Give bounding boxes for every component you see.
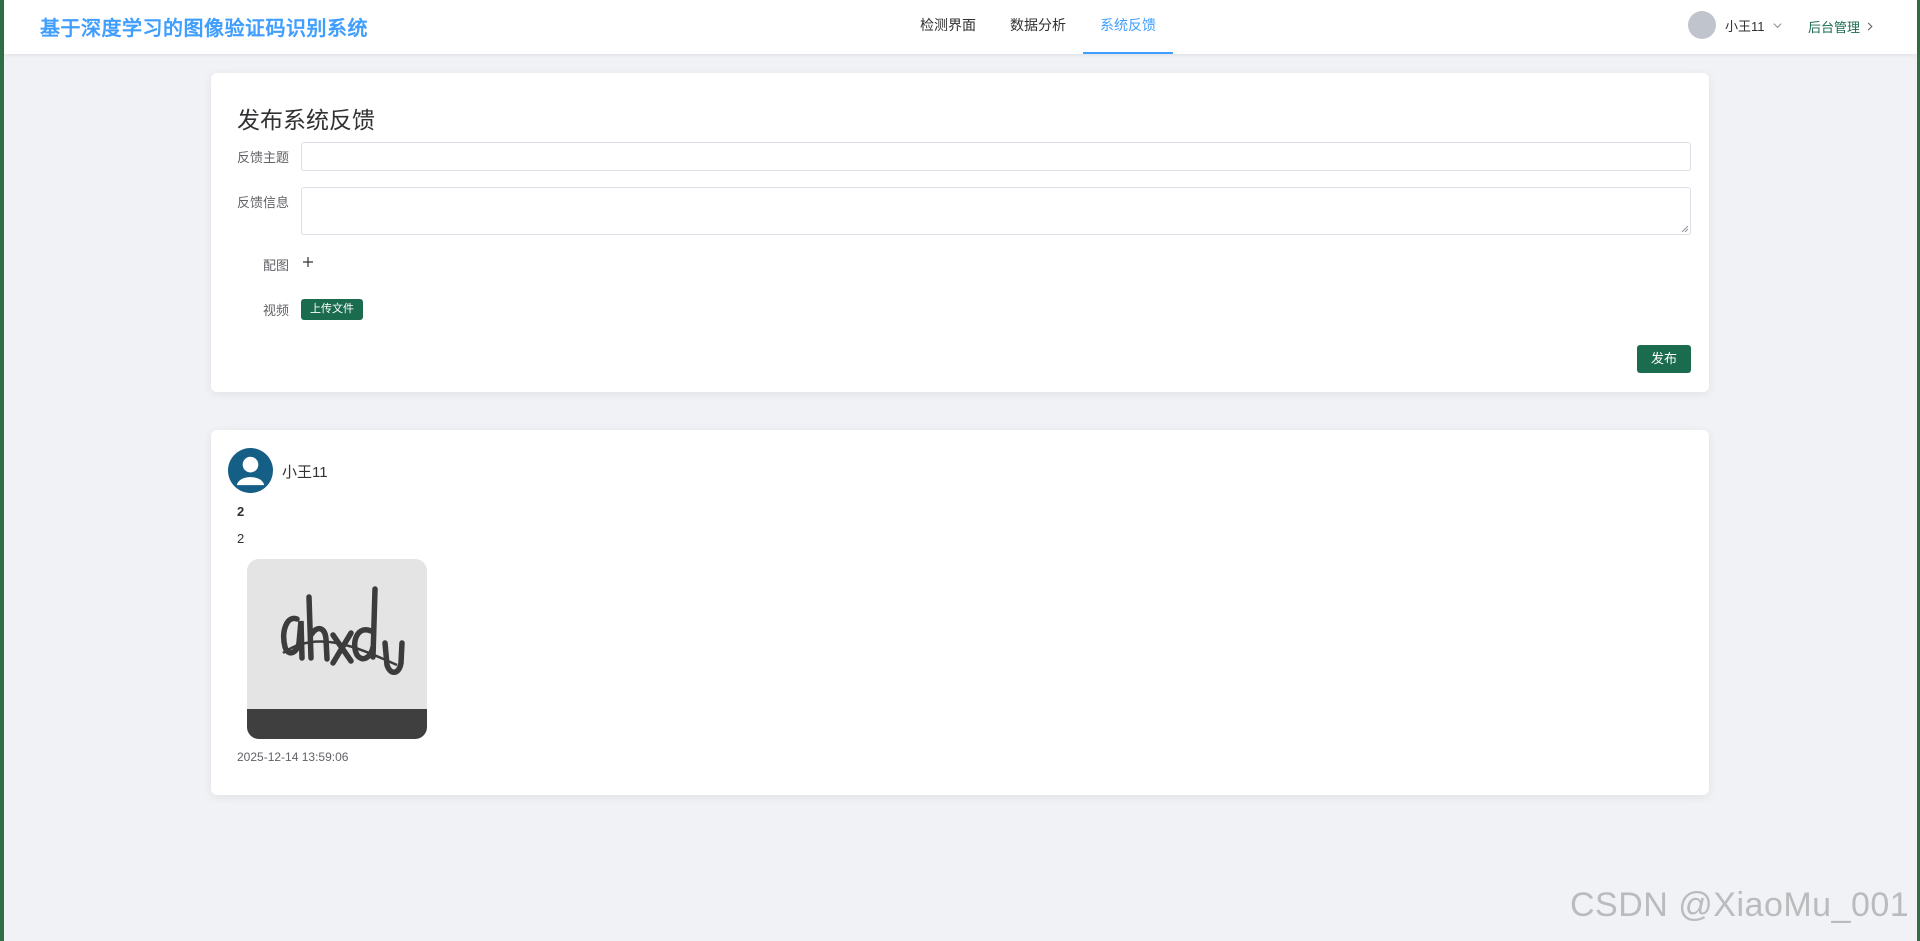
resize-grip-icon[interactable] — [1681, 225, 1689, 233]
user-avatar — [1688, 11, 1716, 39]
post-timestamp: 2025-12-14 13:59:06 — [237, 750, 349, 764]
window-frame-left — [0, 0, 4, 941]
message-textarea[interactable] — [301, 187, 1691, 235]
app-title: 基于深度学习的图像验证码识别系统 — [40, 18, 368, 40]
form-title: 发布系统反馈 — [237, 107, 375, 133]
user-avatar-icon — [228, 448, 273, 493]
post-body: 2 — [237, 531, 245, 546]
admin-link-label: 后台管理 — [1808, 20, 1861, 35]
post-image-thumbnail[interactable] — [247, 559, 427, 739]
nav-tab-detection[interactable]: 检测界面 — [903, 0, 993, 54]
chevron-down-icon — [1772, 22, 1782, 28]
nav-tab-system-feedback[interactable]: 系统反馈 — [1083, 0, 1173, 54]
watermark: CSDN @XiaoMu_001 — [1570, 886, 1910, 924]
image-bottom-bar — [247, 709, 427, 739]
message-label: 反馈信息 — [236, 195, 289, 210]
subject-label: 反馈主题 — [236, 150, 289, 165]
post-username: 小王11 — [282, 464, 328, 481]
main-nav: 检测界面 数据分析 系统反馈 — [903, 0, 1173, 54]
publish-button[interactable]: 发布 — [1637, 345, 1691, 373]
chevron-right-icon — [1867, 22, 1873, 31]
admin-link[interactable]: 后台管理 — [1808, 17, 1874, 36]
captcha-image — [281, 586, 405, 675]
user-name: 小王11 — [1725, 18, 1765, 34]
feedback-form-card: 发布系统反馈 反馈主题 反馈信息 配图 视频 上传文件 发布 — [211, 73, 1709, 392]
add-image-icon[interactable] — [301, 255, 315, 269]
video-label: 视频 — [262, 303, 289, 318]
feedback-list-card: 小王11 2 2 2025-12-14 13:59:06 — [211, 430, 1709, 795]
post-title: 2 — [237, 504, 245, 519]
user-menu[interactable]: 小王11 — [1688, 11, 1783, 39]
upload-file-button[interactable]: 上传文件 — [301, 299, 363, 320]
subject-input[interactable] — [301, 142, 1691, 171]
nav-tab-data-analysis[interactable]: 数据分析 — [993, 0, 1083, 54]
image-label: 配图 — [262, 258, 289, 273]
top-navbar: 基于深度学习的图像验证码识别系统 检测界面 数据分析 系统反馈 小王11 后台管… — [4, 0, 1917, 54]
